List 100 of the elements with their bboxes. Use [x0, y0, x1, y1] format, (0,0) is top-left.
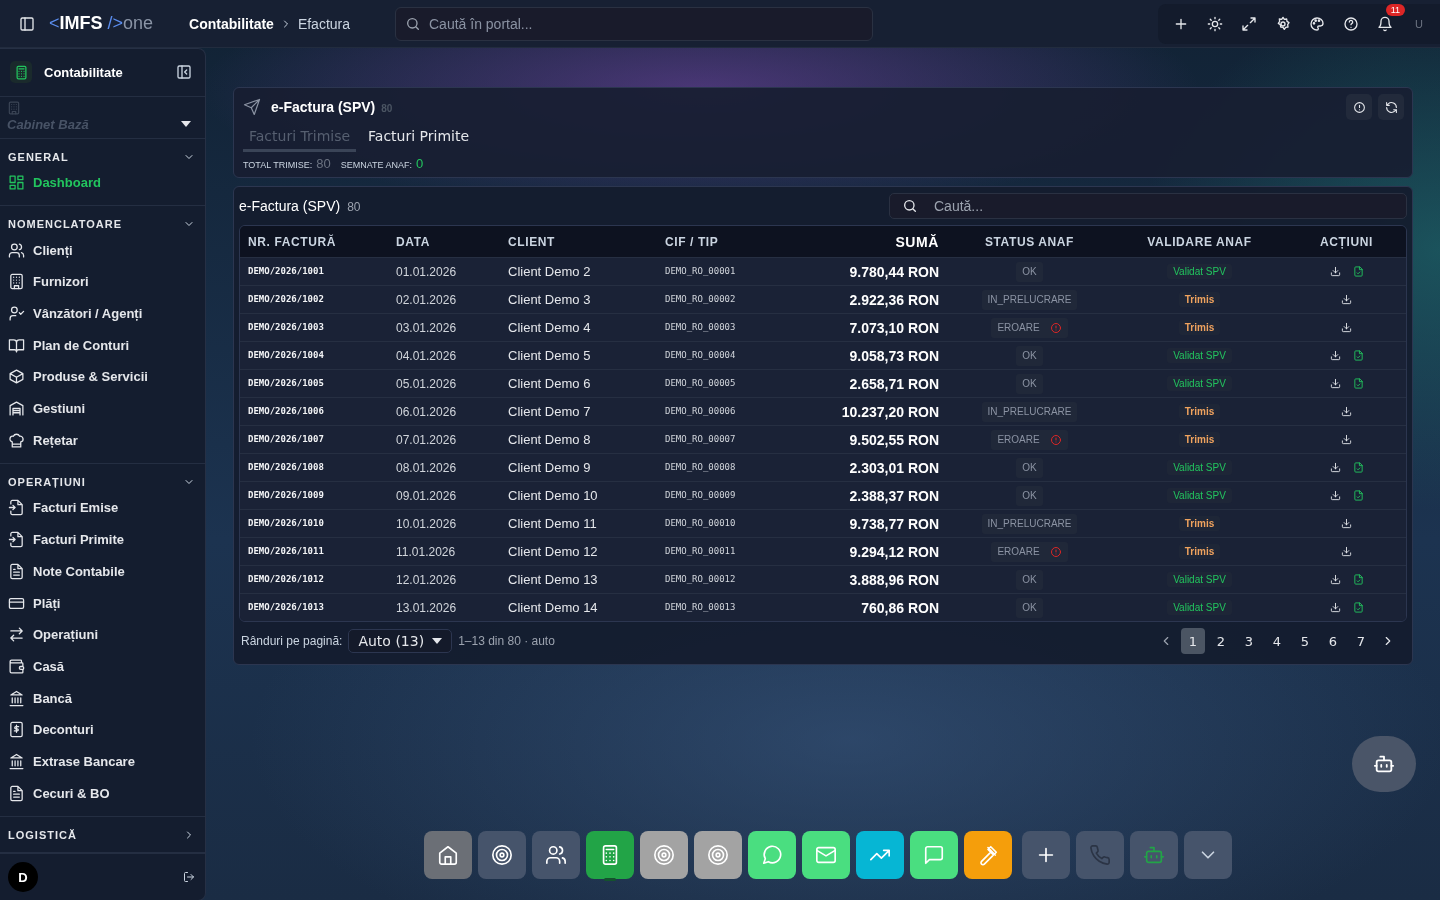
invoice-number: DEMO/2026/1007 [240, 425, 388, 453]
download-button[interactable] [1329, 490, 1341, 501]
send-icon [243, 98, 261, 116]
page-button[interactable]: 7 [1349, 628, 1373, 654]
document-icon [1352, 266, 1364, 277]
page-button[interactable]: 1 [1181, 628, 1205, 654]
page-button[interactable]: 5 [1293, 628, 1317, 654]
search-field[interactable]: Caută... [889, 193, 1407, 219]
nav-item[interactable]: Extrase Bancare [0, 745, 205, 778]
nav-item[interactable]: Deconturi [0, 713, 205, 746]
dock-button[interactable] [532, 831, 580, 879]
nav-item[interactable]: Dashboard [0, 166, 205, 199]
document-icon [1352, 602, 1364, 613]
page-button[interactable]: 6 [1321, 628, 1345, 654]
status-badge: OK [1016, 569, 1043, 590]
column-header: VALIDARE ANAF [1112, 226, 1287, 257]
column-header: SUMĂ [787, 226, 947, 257]
refresh-button[interactable] [1378, 94, 1404, 120]
nav-item[interactable]: Facturi Emise [0, 492, 205, 524]
dock-button[interactable] [748, 831, 796, 879]
page-button[interactable]: 2 [1209, 628, 1233, 654]
tab[interactable]: Facturi Primite [362, 124, 476, 152]
document-button[interactable] [1352, 266, 1364, 277]
document-button[interactable] [1352, 602, 1364, 613]
nav-item[interactable]: Furnizori [0, 266, 205, 298]
sidebar-toggle-icon[interactable] [19, 15, 35, 32]
download-icon [1341, 434, 1352, 445]
document-button[interactable] [1352, 574, 1364, 585]
amount-cell: 3.888,96 RON [787, 565, 947, 593]
document-button[interactable] [1352, 462, 1364, 473]
user-avatar[interactable]: U [1408, 17, 1430, 30]
nav-item[interactable]: Clienți [0, 234, 205, 266]
page-size-select[interactable]: Auto (13) [348, 629, 453, 653]
invoice-number: DEMO/2026/1002 [240, 285, 388, 313]
dock-button[interactable] [586, 831, 634, 879]
nav-item[interactable]: Plăți [0, 587, 205, 619]
dock-button[interactable] [802, 831, 850, 879]
nav-item[interactable]: Facturi Primite [0, 523, 205, 556]
download-button[interactable] [1329, 350, 1341, 361]
nav-item[interactable]: Operațiuni [0, 618, 205, 651]
nav-item[interactable]: Gestiuni [0, 392, 205, 425]
download-button[interactable] [1341, 518, 1352, 529]
cif-cell: DEMO_RO_00013 [657, 593, 787, 621]
dock-button[interactable] [694, 831, 742, 879]
users-icon [545, 844, 567, 866]
dock-button[interactable] [424, 831, 472, 879]
download-icon [1341, 518, 1352, 529]
nav-item[interactable]: Note Contabile [0, 555, 205, 588]
amount-cell: 9.058,73 RON [787, 341, 947, 369]
dock-button[interactable] [640, 831, 688, 879]
amount-cell: 10.237,20 RON [787, 397, 947, 425]
search-field[interactable]: Caută în portal... [395, 6, 873, 41]
download-button[interactable] [1329, 602, 1341, 613]
nav-item[interactable]: Bancă [0, 682, 205, 714]
collapse-sidebar-icon[interactable] [176, 64, 192, 81]
dock-button[interactable] [856, 831, 904, 879]
section-header[interactable]: OPERAȚIUNI [0, 472, 205, 493]
download-button[interactable] [1341, 434, 1352, 445]
document-button[interactable] [1352, 490, 1364, 501]
download-button[interactable] [1329, 462, 1341, 473]
notification-count: 11 [1385, 3, 1405, 16]
bell-icon [1377, 15, 1393, 32]
dock-button[interactable] [478, 831, 526, 879]
invoice-number: DEMO/2026/1003 [240, 313, 388, 341]
download-button[interactable] [1329, 574, 1341, 585]
nav-item[interactable]: Vânzători / Agenți [0, 297, 205, 330]
amount-cell: 2.922,36 RON [787, 285, 947, 313]
document-button[interactable] [1352, 378, 1364, 389]
info-button[interactable] [1346, 94, 1372, 120]
page-button[interactable]: 4 [1265, 628, 1289, 654]
assistant-button[interactable] [1352, 736, 1416, 792]
dock-button[interactable] [964, 831, 1012, 879]
dock-button[interactable] [910, 831, 958, 879]
download-button[interactable] [1341, 294, 1352, 305]
user-avatar[interactable]: D [8, 862, 38, 892]
date-cell: 09.01.2026 [388, 481, 500, 509]
logout-icon[interactable] [183, 871, 195, 883]
download-button[interactable] [1329, 266, 1341, 277]
page-button[interactable]: 3 [1237, 628, 1261, 654]
download-button[interactable] [1341, 406, 1352, 417]
section-header[interactable]: LOGISTICĂ [0, 825, 205, 845]
nav-item[interactable]: Cecuri & BO [0, 777, 205, 809]
client-cell: Client Demo 10 [500, 481, 657, 509]
nav-item[interactable]: Rețetar [0, 424, 205, 457]
breadcrumb-item[interactable]: Contabilitate [189, 15, 274, 32]
download-button[interactable] [1341, 546, 1352, 557]
document-button[interactable] [1352, 350, 1364, 361]
nav-item[interactable]: Casă [0, 650, 205, 683]
download-button[interactable] [1341, 322, 1352, 333]
amount-cell: 9.294,12 RON [787, 537, 947, 565]
client-cell: Client Demo 3 [500, 285, 657, 313]
section-header[interactable]: GENERAL [0, 146, 205, 167]
cif-cell: DEMO_RO_00002 [657, 285, 787, 313]
nav-item[interactable]: Produse & Servicii [0, 361, 205, 393]
nav-item[interactable]: Plan de Conturi [0, 329, 205, 362]
section-header[interactable]: NOMENCLATOARE [0, 214, 205, 235]
cif-cell: DEMO_RO_00009 [657, 481, 787, 509]
home-icon [437, 844, 459, 866]
download-button[interactable] [1329, 378, 1341, 389]
dock-button[interactable] [1022, 831, 1070, 879]
